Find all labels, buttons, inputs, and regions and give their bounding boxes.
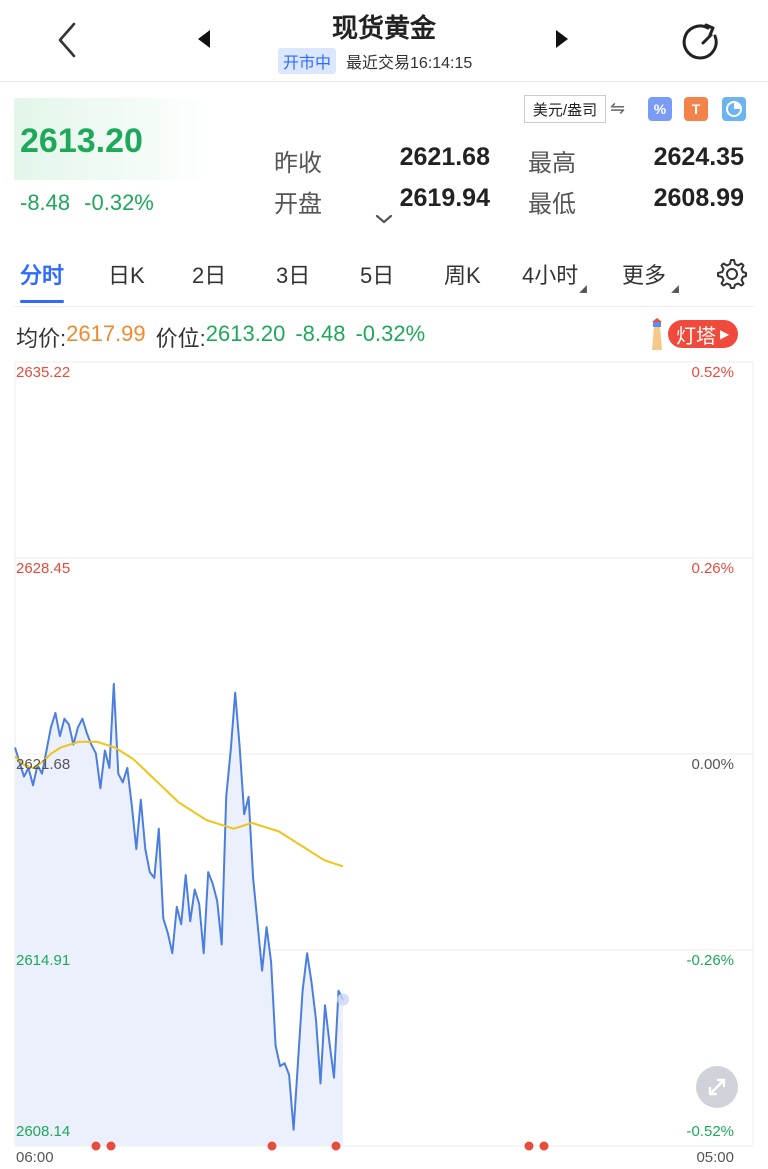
low-label: 最低	[528, 191, 576, 218]
pie-chart-icon[interactable]	[722, 97, 746, 121]
avg-price-value: 2617.99	[66, 321, 146, 346]
prev-close-label: 昨收	[274, 150, 322, 177]
open-value: 2619.94	[399, 184, 490, 212]
page-title: 现货黄金	[331, 13, 436, 43]
fullscreen-button[interactable]	[696, 1066, 738, 1108]
dropdown-corner-icon	[671, 285, 679, 293]
y-label-left-0: 2635.22	[16, 364, 71, 381]
event-marker	[524, 1141, 534, 1151]
percent-icon[interactable]: %	[648, 97, 672, 121]
event-marker	[267, 1141, 277, 1151]
tab-divider	[14, 306, 754, 307]
price-value: 2613.20	[205, 321, 286, 346]
play-icon: ▶	[720, 327, 730, 341]
tab-5day[interactable]: 5日	[360, 258, 394, 290]
lighthouse-badge-label: 灯塔	[676, 325, 716, 348]
prev-close-value: 2621.68	[399, 143, 490, 171]
tab-weekly-k[interactable]: 周K	[444, 258, 481, 290]
dropdown-corner-icon	[579, 285, 587, 293]
row-change-percent: -0.32%	[355, 321, 426, 346]
y-label-left-2: 2621.68	[16, 756, 71, 773]
unit-selector[interactable]: 美元/盎司	[524, 95, 606, 123]
price-label: 价位:	[155, 326, 206, 351]
y-label-right-1: 0.26%	[691, 560, 734, 577]
settings-button[interactable]	[716, 258, 748, 290]
y-label-right-3: -0.26%	[686, 952, 734, 969]
status-badge: 开市中	[278, 48, 337, 74]
event-marker	[91, 1141, 101, 1151]
intraday-chart[interactable]	[0, 355, 768, 1169]
chevron-down-icon[interactable]	[374, 212, 394, 226]
active-tab-indicator	[20, 300, 64, 303]
price-info-row: 均价: 2617.99 价位: 2613.20 -8.48 -0.32%	[16, 321, 435, 353]
gear-icon	[717, 259, 747, 289]
y-label-right-0: 0.52%	[691, 364, 734, 381]
tab-daily-k[interactable]: 日K	[108, 258, 145, 290]
refresh-button[interactable]	[682, 22, 724, 64]
change-percent: -0.32%	[84, 190, 154, 215]
y-label-right-2: 0.00%	[691, 756, 734, 773]
open-label: 开盘	[274, 191, 322, 218]
tab-2day[interactable]: 2日	[192, 258, 226, 290]
next-instrument-button[interactable]	[556, 30, 568, 48]
row-change-value: -8.48	[295, 321, 346, 346]
avg-price-label: 均价:	[16, 326, 67, 351]
tab-intraday[interactable]: 分时	[20, 258, 64, 290]
x-label-start: 06:00	[16, 1149, 54, 1166]
tab-more[interactable]: 更多	[622, 258, 666, 290]
y-label-left-1: 2628.45	[16, 560, 71, 577]
last-price-dot	[337, 993, 349, 1006]
tab-4hour[interactable]: 4小时	[522, 258, 578, 290]
event-marker	[539, 1141, 549, 1151]
lighthouse-tower-icon	[646, 316, 668, 350]
change-value: -8.48	[20, 190, 71, 215]
y-label-left-4: 2608.14	[16, 1123, 71, 1140]
header-divider	[0, 81, 768, 82]
y-label-left-3: 2614.91	[16, 952, 71, 969]
lighthouse-badge[interactable]: 灯塔 ▶	[668, 320, 738, 348]
market-status-row: 开市中 最近交易16:14:15	[278, 48, 473, 74]
y-label-right-4: -0.52%	[686, 1123, 734, 1140]
price-change: -8.48 -0.32%	[20, 190, 168, 216]
lighthouse-icon[interactable]: T	[684, 97, 708, 121]
low-value: 2608.99	[653, 184, 744, 212]
event-marker	[106, 1141, 116, 1151]
expand-icon	[708, 1078, 726, 1096]
event-marker	[331, 1141, 341, 1151]
tab-3day[interactable]: 3日	[276, 258, 310, 290]
swap-icon[interactable]: ⇋	[610, 98, 625, 119]
refresh-icon	[682, 23, 718, 60]
current-price: 2613.20	[20, 122, 143, 160]
high-label: 最高	[528, 150, 576, 177]
high-value: 2624.35	[653, 143, 744, 171]
x-label-end: 05:00	[696, 1149, 734, 1166]
last-trade-time: 最近交易16:14:15	[346, 55, 473, 72]
